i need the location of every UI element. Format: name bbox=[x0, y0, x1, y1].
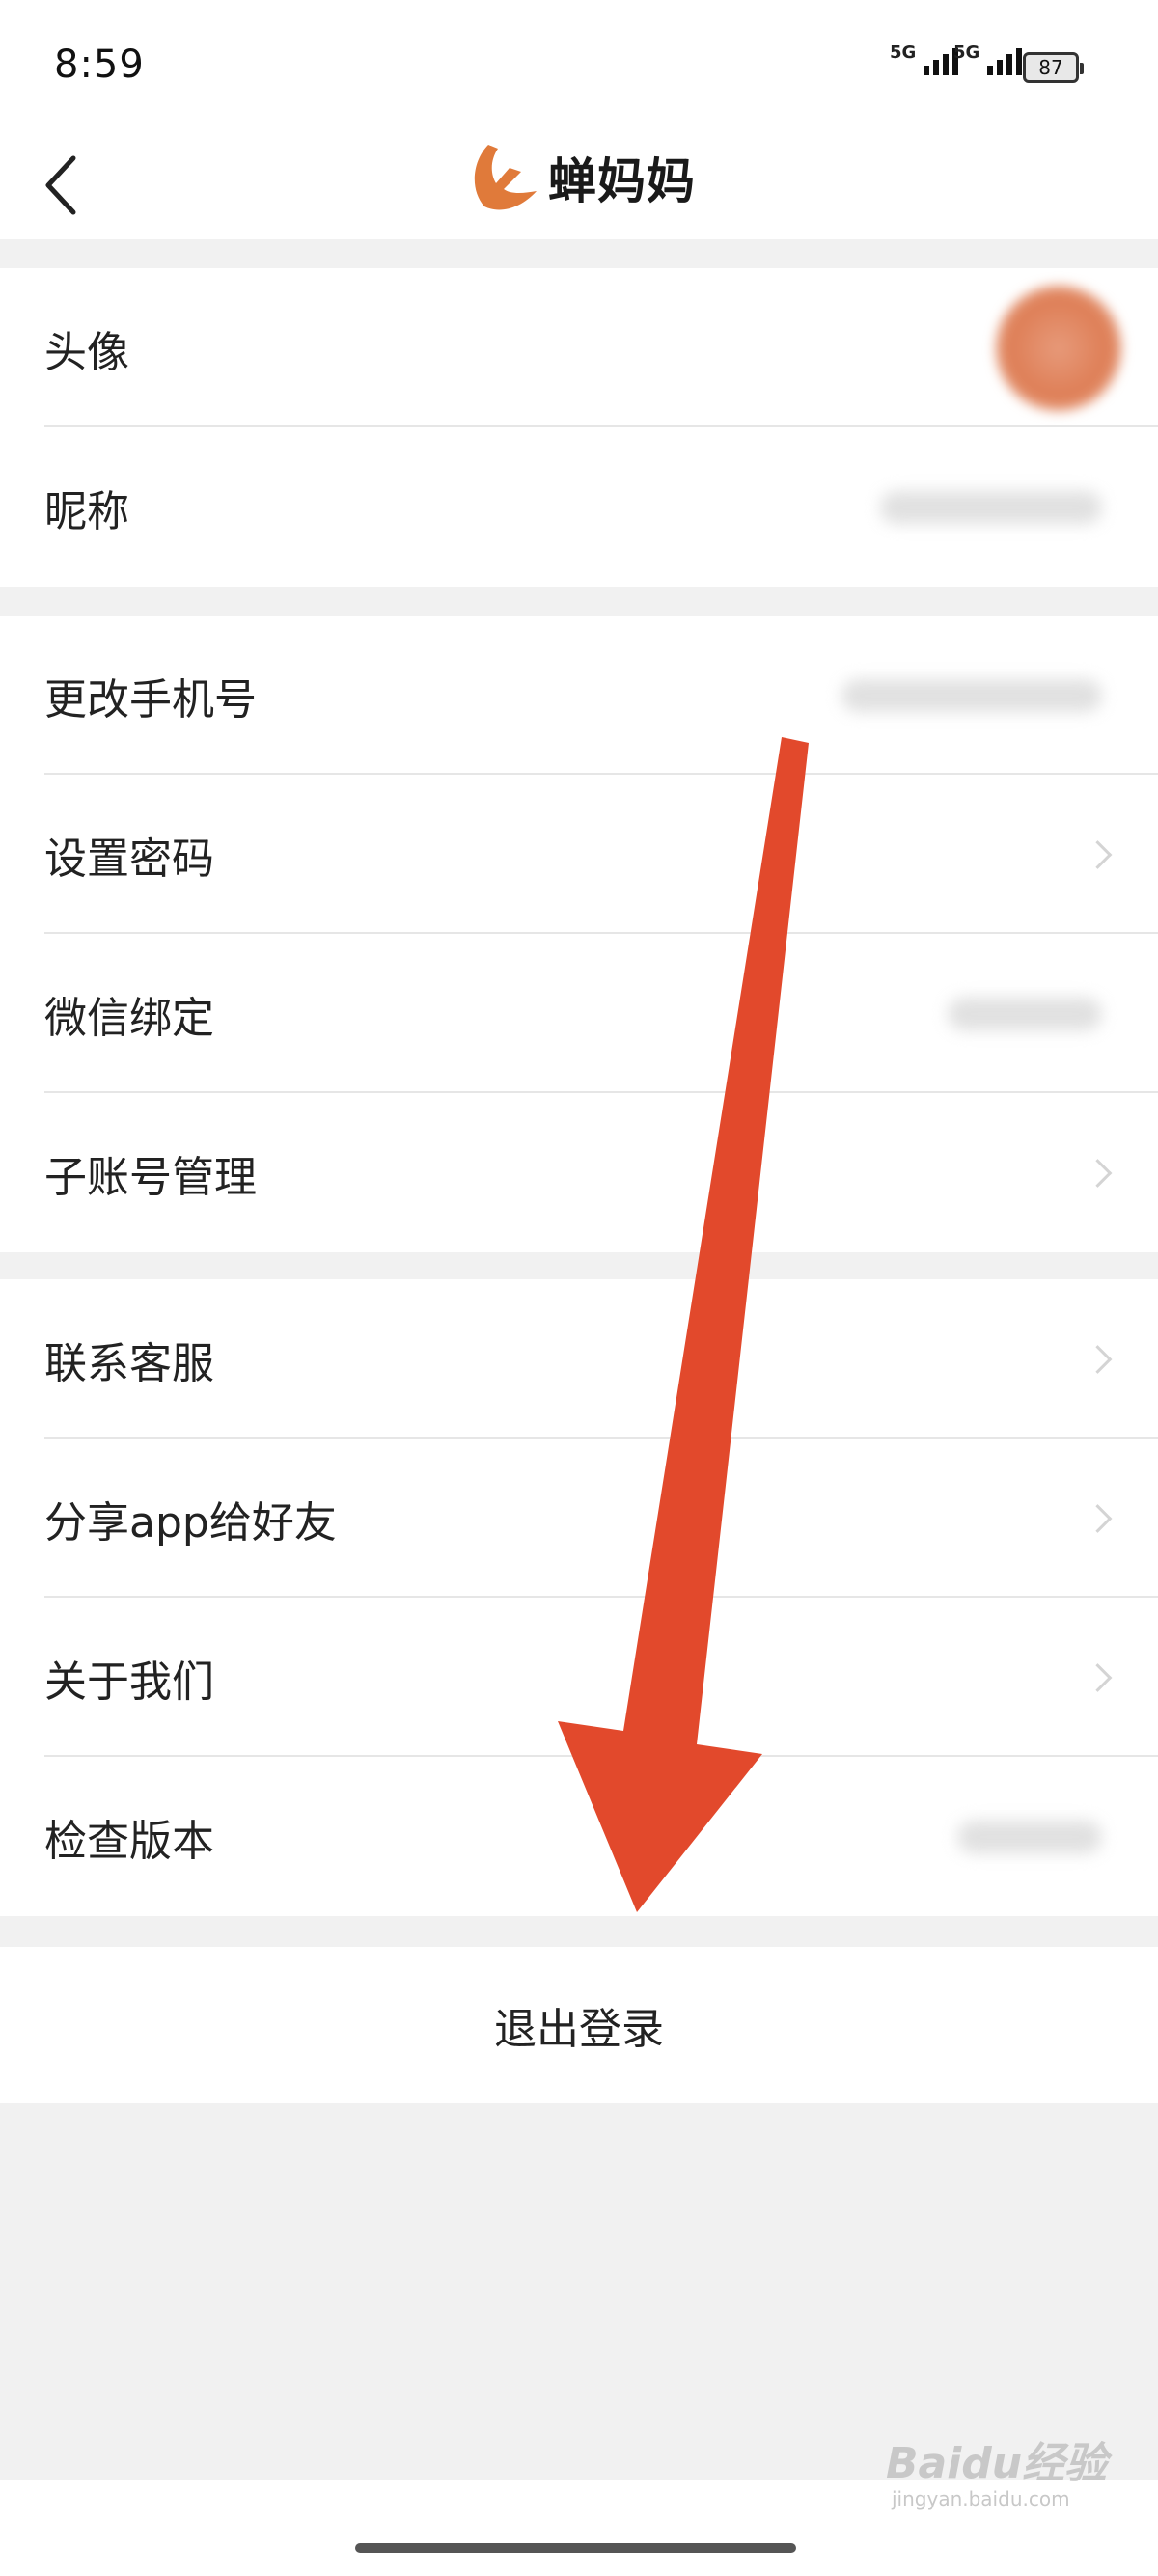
account-group: 更改手机号 设置密码 微信绑定 子账号管理 bbox=[0, 616, 1158, 1252]
list-item-about-us[interactable]: 关于我们 bbox=[0, 1598, 1158, 1757]
watermark-main: Baidu经验 bbox=[886, 2439, 1108, 2488]
watermark-sub: jingyan.baidu.com bbox=[892, 2487, 1070, 2510]
list-item-change-phone[interactable]: 更改手机号 bbox=[0, 616, 1158, 775]
list-item-label: 更改手机号 bbox=[44, 674, 257, 725]
list-item-sub-accounts[interactable]: 子账号管理 bbox=[0, 1093, 1158, 1252]
list-item-nickname[interactable]: 昵称 bbox=[0, 427, 1158, 587]
logout-label: 退出登录 bbox=[494, 2005, 664, 2054]
nickname-value-blurred bbox=[880, 490, 1102, 524]
cicada-logo-icon bbox=[474, 145, 537, 210]
list-item-label: 昵称 bbox=[44, 486, 129, 536]
list-item-share-app[interactable]: 分享app给好友 bbox=[0, 1439, 1158, 1598]
signal-icon: 5G bbox=[890, 44, 959, 75]
list-item-check-version[interactable]: 检查版本 bbox=[0, 1757, 1158, 1916]
list-item-label: 分享app给好友 bbox=[44, 1497, 337, 1548]
watermark: Baidu经验 jingyan.baidu.com bbox=[886, 2439, 1108, 2511]
signal-icon: 5G bbox=[953, 44, 1023, 75]
nav-header: 蝉妈妈 bbox=[0, 135, 1158, 239]
app-name: 蝉妈妈 bbox=[548, 153, 696, 209]
status-bar: 8:59 5G 5G 87 bbox=[0, 0, 1158, 135]
chevron-right-icon bbox=[1083, 1344, 1113, 1374]
avatar bbox=[996, 285, 1121, 411]
list-item-set-password[interactable]: 设置密码 bbox=[0, 775, 1158, 934]
list-item-label: 头像 bbox=[44, 327, 129, 377]
chevron-right-icon bbox=[1083, 1662, 1113, 1692]
network-type: 5G bbox=[890, 42, 917, 63]
support-group: 联系客服 分享app给好友 关于我们 检查版本 bbox=[0, 1279, 1158, 1916]
battery-icon: 87 bbox=[1023, 52, 1084, 83]
list-item-avatar[interactable]: 头像 bbox=[0, 268, 1158, 427]
list-item-label: 联系客服 bbox=[44, 1338, 214, 1388]
list-item-label: 检查版本 bbox=[44, 1816, 214, 1866]
status-time: 8:59 bbox=[54, 42, 145, 87]
list-item-contact-support[interactable]: 联系客服 bbox=[0, 1279, 1158, 1439]
list-item-label: 微信绑定 bbox=[44, 993, 214, 1043]
chevron-right-icon bbox=[1083, 1503, 1113, 1533]
profile-group: 头像 昵称 bbox=[0, 268, 1158, 587]
wechat-value-blurred bbox=[948, 997, 1102, 1030]
back-button[interactable] bbox=[39, 143, 87, 230]
network-type: 5G bbox=[953, 42, 980, 63]
list-item-wechat-binding[interactable]: 微信绑定 bbox=[0, 934, 1158, 1093]
phone-value-blurred bbox=[841, 678, 1102, 712]
list-item-label: 关于我们 bbox=[44, 1657, 214, 1707]
home-indicator[interactable] bbox=[355, 2543, 796, 2553]
list-item-label: 子账号管理 bbox=[44, 1152, 257, 1202]
version-value-blurred bbox=[957, 1820, 1102, 1853]
app-logo: 蝉妈妈 bbox=[467, 139, 696, 216]
chevron-right-icon bbox=[1083, 1158, 1113, 1188]
chevron-left-icon bbox=[45, 155, 76, 215]
logout-button[interactable]: 退出登录 bbox=[0, 1947, 1158, 2103]
list-item-label: 设置密码 bbox=[44, 834, 214, 884]
chevron-right-icon bbox=[1083, 839, 1113, 869]
